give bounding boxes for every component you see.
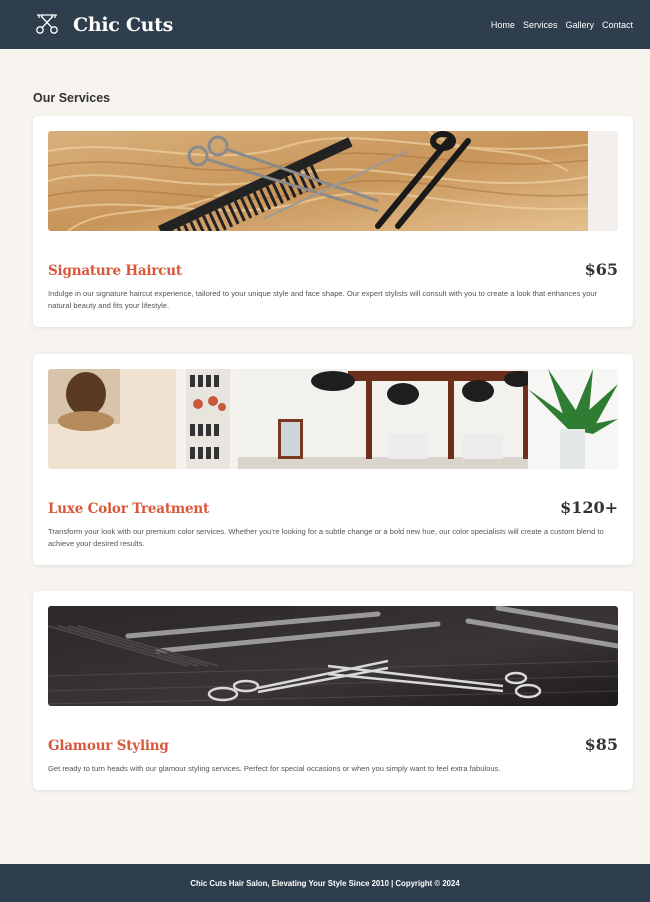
nav-services[interactable]: Services bbox=[523, 20, 558, 30]
scissors-logo-icon[interactable] bbox=[33, 13, 61, 37]
service-description: Transform your look with our premium col… bbox=[48, 527, 604, 549]
service-price: $65 bbox=[584, 260, 618, 279]
service-card-color: Luxe Color Treatment $120+ Transform you… bbox=[33, 354, 633, 566]
service-image-styling bbox=[48, 606, 618, 706]
section-title: Our Services bbox=[33, 91, 111, 105]
service-card-haircut: Signature Haircut $65 Indulge in our sig… bbox=[33, 116, 633, 328]
footer-text: Chic Cuts Hair Salon, Elevating Your Sty… bbox=[190, 878, 460, 888]
nav-gallery[interactable]: Gallery bbox=[565, 20, 594, 30]
service-description: Get ready to turn heads with our glamour… bbox=[48, 764, 501, 773]
site-header: Chic Cuts Home Services Gallery Contact bbox=[0, 0, 650, 49]
site-footer: Chic Cuts Hair Salon, Elevating Your Sty… bbox=[0, 864, 650, 902]
service-card-styling: Glamour Styling $85 Get ready to turn he… bbox=[33, 591, 633, 791]
service-image-haircut bbox=[48, 131, 618, 231]
service-price: $85 bbox=[584, 735, 618, 754]
nav-home[interactable]: Home bbox=[491, 20, 515, 30]
service-name: Luxe Color Treatment bbox=[48, 501, 210, 517]
nav-contact[interactable]: Contact bbox=[602, 20, 633, 30]
service-image-color bbox=[48, 369, 618, 469]
card-header: Signature Haircut $65 bbox=[48, 260, 618, 279]
service-price: $120+ bbox=[560, 498, 618, 517]
service-name: Glamour Styling bbox=[48, 738, 169, 754]
service-description: Indulge in our signature haircut experie… bbox=[48, 289, 598, 311]
main-nav: Home Services Gallery Contact bbox=[491, 20, 633, 30]
service-name: Signature Haircut bbox=[48, 263, 182, 279]
card-header: Glamour Styling $85 bbox=[48, 735, 618, 754]
site-title[interactable]: Chic Cuts bbox=[73, 14, 173, 36]
card-header: Luxe Color Treatment $120+ bbox=[48, 498, 618, 517]
